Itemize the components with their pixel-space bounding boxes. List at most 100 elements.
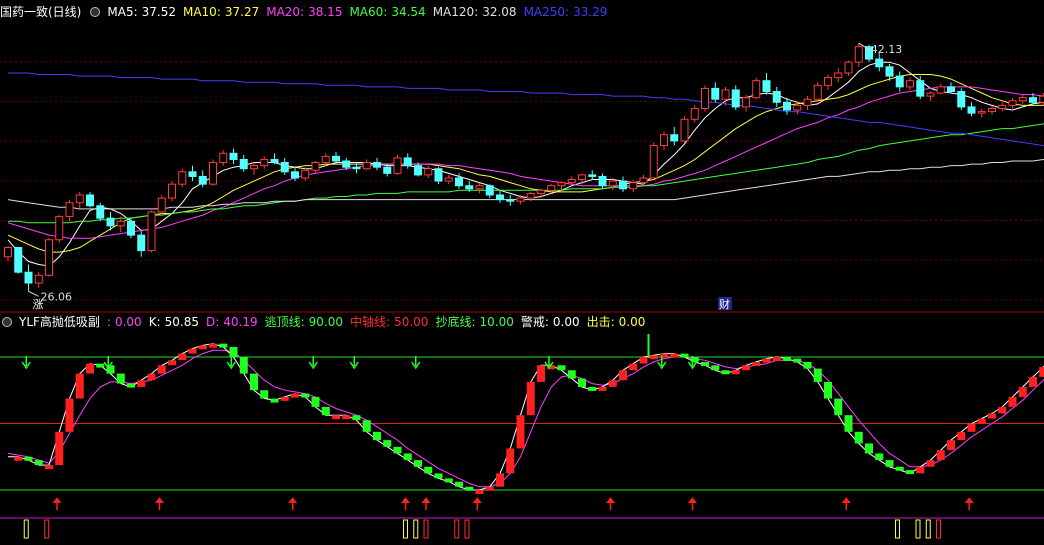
kd-bar	[916, 466, 925, 474]
ma-legend-label-value-2: 38.15	[308, 5, 343, 19]
candle-body	[55, 216, 64, 241]
ma-legend-label-value-5: 33.29	[573, 5, 608, 19]
candle	[209, 159, 217, 186]
kd-bars	[14, 343, 1044, 495]
strike-arrows	[52, 334, 974, 510]
candle-body	[229, 152, 238, 160]
kd-bar	[895, 466, 904, 471]
candle-body	[65, 202, 74, 218]
kd-bar	[506, 448, 515, 474]
kd-bar	[455, 481, 463, 487]
candle	[424, 165, 433, 178]
candle-body	[680, 118, 689, 142]
candle-body	[1039, 95, 1044, 103]
candle-body	[239, 158, 248, 170]
candle-body	[496, 194, 504, 201]
candle-body	[731, 89, 740, 108]
main-panel-header: 国药一致(日线) MA5: 37.52 MA10: 37.27 MA20: 38.15 MA6…	[0, 4, 621, 20]
kd-bar	[116, 373, 125, 384]
candle	[701, 85, 709, 112]
kd-bar	[485, 486, 494, 491]
candle	[629, 179, 638, 192]
candle-body	[280, 162, 289, 173]
kd-bar	[188, 348, 197, 354]
candle-body	[629, 182, 638, 190]
bottom-marker	[454, 519, 460, 539]
candle-body	[967, 106, 976, 114]
candle-body	[1018, 97, 1027, 102]
candle-body	[373, 162, 381, 168]
kd-bar	[608, 380, 617, 387]
candle-body	[578, 174, 586, 181]
strike-arrow-head	[155, 497, 164, 504]
candle	[670, 127, 679, 146]
indicator-legend-label-7: 出击:	[586, 315, 615, 329]
candle	[55, 215, 64, 243]
bottom-marker	[925, 519, 931, 539]
candle-body	[301, 169, 310, 179]
kd-bar	[352, 415, 361, 421]
candle-body	[188, 171, 197, 177]
kd-bar	[1008, 396, 1017, 407]
kd-bar	[75, 373, 84, 399]
kd-bar	[865, 443, 873, 454]
indicator-dot-icon[interactable]	[2, 317, 12, 327]
candle-body	[936, 86, 945, 94]
candle-body	[742, 97, 750, 108]
bottom-marker	[895, 519, 900, 539]
candle-body	[547, 185, 556, 191]
candle	[434, 167, 443, 185]
candle-body	[147, 211, 156, 252]
candle	[977, 108, 986, 118]
candle-body	[813, 84, 822, 100]
sub-panel-header: YLF高抛低吸副:0.00 K: 50.85 D: 40.19 逃顶线: 90.00 中轴线:…	[0, 314, 659, 330]
kd-bar	[434, 473, 443, 479]
bottom-marker	[44, 519, 50, 539]
candle-body	[557, 182, 566, 187]
candle-body	[660, 134, 668, 147]
ma-lines	[7, 61, 1044, 267]
bottom-marker	[403, 519, 408, 539]
kd-bar	[619, 370, 627, 381]
zhang-marker: 涨	[33, 298, 44, 311]
candle	[485, 184, 494, 199]
kd-bar	[824, 381, 832, 399]
candle	[147, 210, 156, 253]
candle-body	[250, 165, 258, 170]
candle-body	[783, 101, 791, 111]
candle	[188, 165, 197, 182]
candle	[690, 105, 699, 123]
bottom-markers	[23, 519, 941, 539]
indicator-legend-label-0: :	[106, 315, 111, 329]
kd-bar	[844, 415, 853, 432]
candle-body	[260, 158, 269, 167]
indicator-legend-label-3: 逃顶线:	[264, 315, 305, 329]
chart-canvas[interactable]: 42.13 26.06涨 财	[0, 0, 1044, 545]
candle	[45, 238, 53, 277]
kd-bar	[86, 363, 94, 374]
kd-bar	[321, 406, 330, 416]
cai-marker: 财	[719, 297, 730, 311]
candle	[967, 102, 976, 117]
candle	[86, 191, 94, 208]
candle	[649, 142, 658, 180]
bottom-marker	[464, 519, 470, 539]
kd-bar	[752, 361, 761, 366]
indicator-dot-icon[interactable]	[90, 7, 101, 17]
kd-bar	[424, 466, 433, 474]
candle	[619, 176, 627, 192]
strike-arrow-head	[688, 497, 697, 504]
ma-line-ma250	[8, 72, 1044, 147]
candle-body	[321, 155, 330, 164]
candle	[414, 162, 422, 177]
kd-bar	[137, 380, 146, 387]
candle-body	[516, 197, 525, 202]
kd-bar	[198, 345, 207, 350]
candle-body	[885, 66, 894, 77]
kd-bar	[885, 460, 894, 467]
candle-body	[926, 92, 935, 97]
kd-bar	[977, 418, 986, 424]
ma-legend-label-2: MA20:	[266, 5, 305, 19]
candle-body	[875, 58, 884, 68]
candle	[229, 148, 238, 165]
